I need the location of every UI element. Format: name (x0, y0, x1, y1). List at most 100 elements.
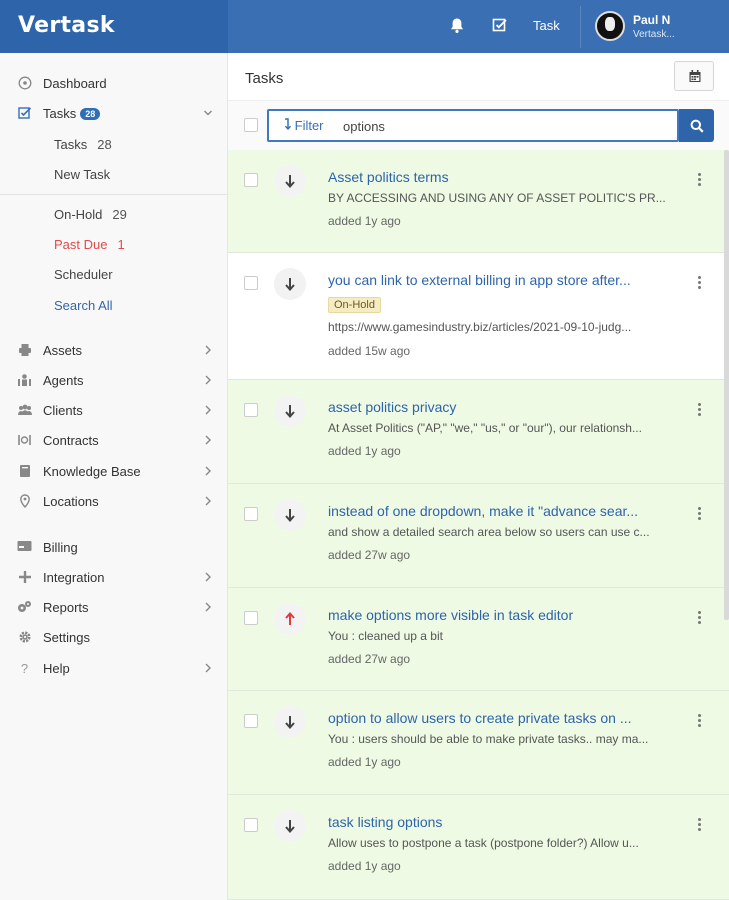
task-checkbox[interactable] (244, 714, 258, 728)
chevron-right-icon (203, 403, 213, 417)
filter-button[interactable]: Filter (283, 118, 324, 133)
header-task-link[interactable]: Task (533, 18, 560, 33)
task-title[interactable]: make options more visible in task editor (328, 607, 676, 623)
more-options-icon[interactable] (694, 610, 704, 626)
task-description: BY ACCESSING AND USING ANY OF ASSET POLI… (328, 191, 666, 205)
task-row[interactable]: asset politics privacy At Asset Politics … (228, 380, 729, 484)
logo[interactable]: Vertask (18, 13, 115, 38)
select-all-checkbox[interactable] (244, 118, 258, 132)
task-row[interactable]: instead of one dropdown, make it "advanc… (228, 484, 729, 588)
logo-text: Vertask (18, 13, 115, 38)
top-header: Vertask Task Paul N Vertask... (0, 0, 729, 53)
task-row[interactable]: option to allow users to create private … (228, 691, 729, 795)
user-menu[interactable]: Paul N Vertask... (580, 6, 729, 48)
priority-down-icon[interactable] (274, 268, 306, 300)
task-checkbox[interactable] (244, 507, 258, 521)
chevron-right-icon (203, 494, 213, 508)
priority-down-icon[interactable] (274, 706, 306, 738)
more-options-icon[interactable] (694, 275, 704, 291)
sidebar-label: Billing (43, 540, 78, 555)
task-row[interactable]: you can link to external billing in app … (228, 253, 729, 380)
task-checkbox[interactable] (244, 403, 258, 417)
task-check-icon (17, 106, 32, 121)
sidebar-sub-on-hold[interactable]: On-Hold 29 (54, 207, 127, 222)
checklist-icon[interactable] (492, 17, 510, 35)
sidebar-item-agents[interactable]: Agents (0, 368, 228, 394)
priority-down-icon[interactable] (274, 810, 306, 842)
sidebar-item-assets[interactable]: Assets (0, 338, 228, 364)
gear-icon (17, 630, 32, 645)
priority-down-icon[interactable] (274, 165, 306, 197)
sidebar-label: Dashboard (43, 76, 107, 91)
tasks-count-badge: 28 (80, 108, 101, 120)
sidebar-item-contracts[interactable]: Contracts (0, 428, 228, 454)
task-title[interactable]: instead of one dropdown, make it "advanc… (328, 503, 676, 519)
task-title[interactable]: asset politics privacy (328, 399, 676, 415)
map-pin-icon (17, 494, 32, 509)
chevron-right-icon (203, 343, 213, 357)
priority-up-icon[interactable] (274, 603, 306, 635)
sidebar-item-locations[interactable]: Locations (0, 489, 228, 515)
task-checkbox[interactable] (244, 818, 258, 832)
task-list: Asset politics terms BY ACCESSING AND USI… (228, 150, 729, 900)
sidebar-item-clients[interactable]: Clients (0, 398, 228, 424)
more-options-icon[interactable] (694, 713, 704, 729)
sidebar-item-settings[interactable]: Settings (0, 625, 228, 651)
sidebar-sub-tasks[interactable]: Tasks 28 (54, 137, 112, 152)
sidebar-item-knowledge-base[interactable]: Knowledge Base (0, 459, 228, 485)
task-date: added 27w ago (328, 548, 411, 562)
more-options-icon[interactable] (694, 402, 704, 418)
avatar (595, 11, 625, 41)
sidebar-sub-count: 29 (112, 207, 127, 222)
task-row[interactable]: make options more visible in task editor… (228, 588, 729, 691)
calendar-button[interactable] (674, 61, 714, 91)
task-title[interactable]: Asset politics terms (328, 169, 676, 185)
sidebar-sub-label: Tasks (54, 137, 88, 152)
user-name: Paul N (633, 13, 671, 27)
sidebar-sub-new-task[interactable]: New Task (54, 167, 110, 182)
sidebar-item-dashboard[interactable]: Dashboard (0, 71, 228, 97)
priority-down-icon[interactable] (274, 499, 306, 531)
sidebar-label: Tasks (43, 106, 77, 121)
sidebar-item-tasks[interactable]: Tasks 28 (0, 101, 228, 127)
search-button[interactable] (679, 109, 714, 142)
task-checkbox[interactable] (244, 173, 258, 187)
task-title[interactable]: task listing options (328, 814, 676, 830)
task-title[interactable]: you can link to external billing in app … (328, 272, 676, 288)
sidebar-item-billing[interactable]: Billing (0, 535, 228, 561)
search-input[interactable] (343, 117, 663, 135)
task-title[interactable]: option to allow users to create private … (328, 710, 676, 726)
sort-arrow-icon (284, 118, 292, 131)
chevron-down-icon[interactable] (203, 106, 213, 120)
sidebar-label: Agents (43, 373, 84, 388)
sidebar-item-reports[interactable]: Reports (0, 595, 228, 621)
sidebar-label: Assets (43, 343, 83, 358)
chevron-right-icon (203, 600, 213, 614)
scrollbar[interactable] (724, 150, 729, 620)
sidebar-sub-scheduler[interactable]: Scheduler (54, 267, 113, 282)
bell-icon[interactable] (449, 17, 467, 35)
sidebar-tasks-label-wrap: Tasks 28 (43, 106, 101, 121)
more-options-icon[interactable] (694, 172, 704, 188)
sidebar-sub-search-all[interactable]: Search All (54, 298, 113, 313)
task-date: added 15w ago (328, 344, 411, 358)
task-row[interactable]: Asset politics terms BY ACCESSING AND USI… (228, 150, 729, 253)
task-checkbox[interactable] (244, 276, 258, 290)
more-options-icon[interactable] (694, 817, 704, 833)
sidebar-label: Knowledge Base (43, 464, 141, 479)
sidebar-sub-past-due[interactable]: Past Due 1 (54, 237, 125, 252)
task-row[interactable]: task listing options Allow uses to postpo… (228, 795, 729, 900)
users-icon (17, 403, 32, 418)
sidebar-item-help[interactable]: ? Help (0, 656, 228, 682)
calendar-icon (689, 70, 701, 82)
sidebar-label: Reports (43, 600, 89, 615)
chevron-right-icon (203, 433, 213, 447)
priority-down-icon[interactable] (274, 395, 306, 427)
sidebar-item-integration[interactable]: Integration (0, 565, 228, 591)
search-box: Filter (267, 109, 679, 142)
sidebar-label: Integration (43, 570, 105, 585)
task-checkbox[interactable] (244, 611, 258, 625)
search-row: Filter (228, 100, 729, 150)
sidebar-sub-label: Past Due (54, 237, 108, 252)
more-options-icon[interactable] (694, 506, 704, 522)
